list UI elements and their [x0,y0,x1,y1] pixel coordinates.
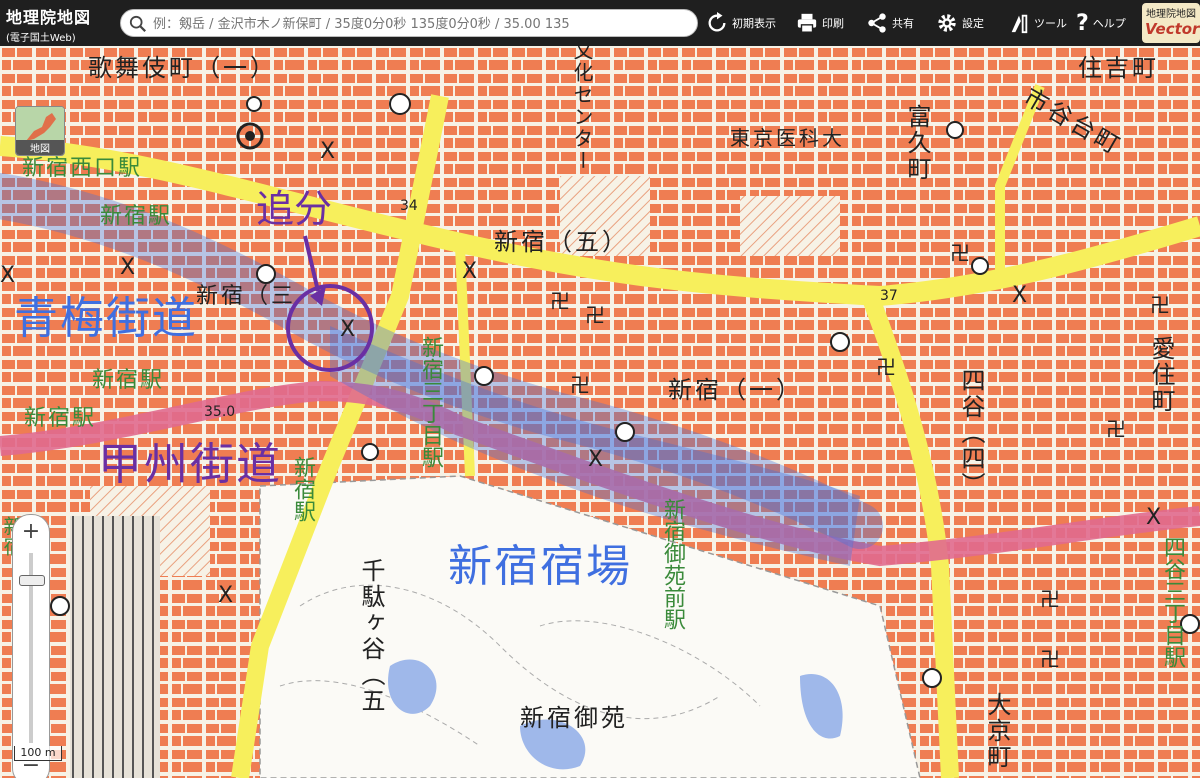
settings-label: 設定 [962,17,984,30]
school-icon [361,443,379,461]
police-box-icon: X [320,139,335,164]
temple-icon: 卍 [1040,647,1060,671]
annotation-oiwake: 追分 [256,187,333,231]
subway-icon [615,422,635,442]
search-input[interactable] [151,13,695,35]
initial-view-label: 初期表示 [732,17,776,30]
annotation-koshu-kaido: 甲州街道 [98,439,282,490]
police-box-icon: X [588,447,603,472]
label-route-34: 34 [400,198,418,214]
zoom-in-button[interactable]: + [13,517,49,547]
refresh-icon [708,12,726,32]
temple-icon: 卍 [1106,417,1126,441]
header-bar: 地理院地図 (電子国土Web) 初期表示 印刷 共有 設定 ツール ? ヘルプ … [0,0,1200,46]
label-yotsuya-4: 四谷（四） [957,368,985,498]
label-aizumi: 愛住町 [1147,336,1175,414]
school-icon [971,257,989,275]
label-shinjuku-5: 新宿（五） [494,228,629,256]
share-button[interactable]: 共有 [866,10,914,36]
hatched-building [740,196,840,256]
zoom-control[interactable]: + − [12,514,50,778]
vector-tile-logo[interactable]: 地理院地図 Vector [1142,3,1200,43]
police-box-icon: X [1146,505,1161,530]
logo-bottom-text: Vector [1145,20,1200,38]
label-daikyo: 大京町 [983,692,1011,770]
label-bunka-center: 文化センター [570,46,594,172]
station-shinjuku-c: 新宿駅 [24,406,97,431]
subway-icon [474,366,494,386]
zoom-slider-handle[interactable] [19,575,45,586]
subway-icon [830,332,850,352]
logo-top-text: 地理院地図 [1146,9,1196,20]
school-icon [946,121,964,139]
label-shinjuku-gyoen: 新宿御苑 [520,704,628,732]
help-icon: ? [1076,10,1089,36]
settings-button[interactable]: 設定 [936,10,984,36]
hospital-icon [389,93,411,115]
temple-icon: 卍 [1040,587,1060,611]
railway-yard [70,516,160,778]
station-gyoenmae: 新宿御苑前駅 [660,498,685,630]
layer-selector-button[interactable]: 地図 [15,106,65,156]
label-route-35: 35.0 [204,404,236,420]
tools-label: ツール [1034,17,1067,30]
label-sendagaya: 千駄ヶ谷（五 [357,558,385,714]
police-box-icon: X [1012,283,1027,308]
annotation-ome-kaido: 青梅街道 [14,293,198,344]
label-sumiyoshi: 住吉町 [1078,54,1159,82]
temple-icon: 卍 [585,303,605,327]
temple-icon: 卍 [876,355,896,379]
temple-icon: 卍 [570,373,590,397]
subway-icon [922,668,942,688]
share-label: 共有 [892,17,914,30]
station-sanchome: 新宿三丁目駅 [418,336,443,468]
map-base-layer: X X X X X X X X X 卍 卍 卍 卍 卍 卍 卍 卍 卍 [0,46,1200,778]
scale-bar: 100 m [14,746,62,761]
police-box-icon: X [120,255,135,280]
annotation-shinjuku-shukuba: 新宿宿場 [448,541,632,592]
search-icon [129,15,146,32]
post-office-icon-center [245,131,255,141]
police-box-icon: X [340,317,355,342]
label-tomihisa: 富久町 [903,104,931,182]
label-tokyo-medical: 東京医科大 [730,126,845,150]
map-canvas[interactable]: X X X X X X X X X 卍 卍 卍 卍 卍 卍 卍 卍 卍 歌舞伎町… [0,46,1200,778]
police-box-icon: X [462,259,477,284]
help-label: ヘルプ [1092,17,1126,30]
search-box[interactable] [120,9,698,37]
help-button[interactable]: ? ヘルプ [1076,10,1126,36]
layer-button-label: 地図 [16,140,64,155]
printer-icon [797,13,817,33]
label-kabukicho: 歌舞伎町（一） [88,54,277,82]
label-shinjuku-1: 新宿（一） [668,376,803,404]
station-yotsuya-sanchome: 四谷三丁目駅 [1160,536,1185,668]
app-brand[interactable]: 地理院地図 (電子国土Web) [6,4,114,44]
initial-view-button[interactable]: 初期表示 [706,10,776,36]
tool-icon [1011,14,1028,34]
print-label: 印刷 [822,17,844,30]
police-box-icon: X [0,263,15,288]
subway-icon [50,596,70,616]
police-box-icon: X [218,583,233,608]
print-button[interactable]: 印刷 [796,10,844,36]
brand-subtitle: (電子国土Web) [6,33,76,44]
label-route-37: 37 [880,288,898,304]
temple-icon: 卍 [1150,293,1170,317]
tools-button[interactable]: ツール [1008,10,1067,36]
temple-icon: 卍 [950,241,970,265]
brand-title: 地理院地図 [6,8,92,27]
gear-icon [938,14,956,32]
subway-icon [246,96,262,112]
share-icon [868,13,886,33]
station-shinjuku-a: 新宿駅 [100,204,173,229]
label-shinjuku-san: 新宿（三 [196,284,297,309]
temple-icon: 卍 [550,289,570,313]
station-shinjuku-d: 新宿駅 [290,456,315,522]
station-shinjuku-b: 新宿駅 [92,368,165,393]
